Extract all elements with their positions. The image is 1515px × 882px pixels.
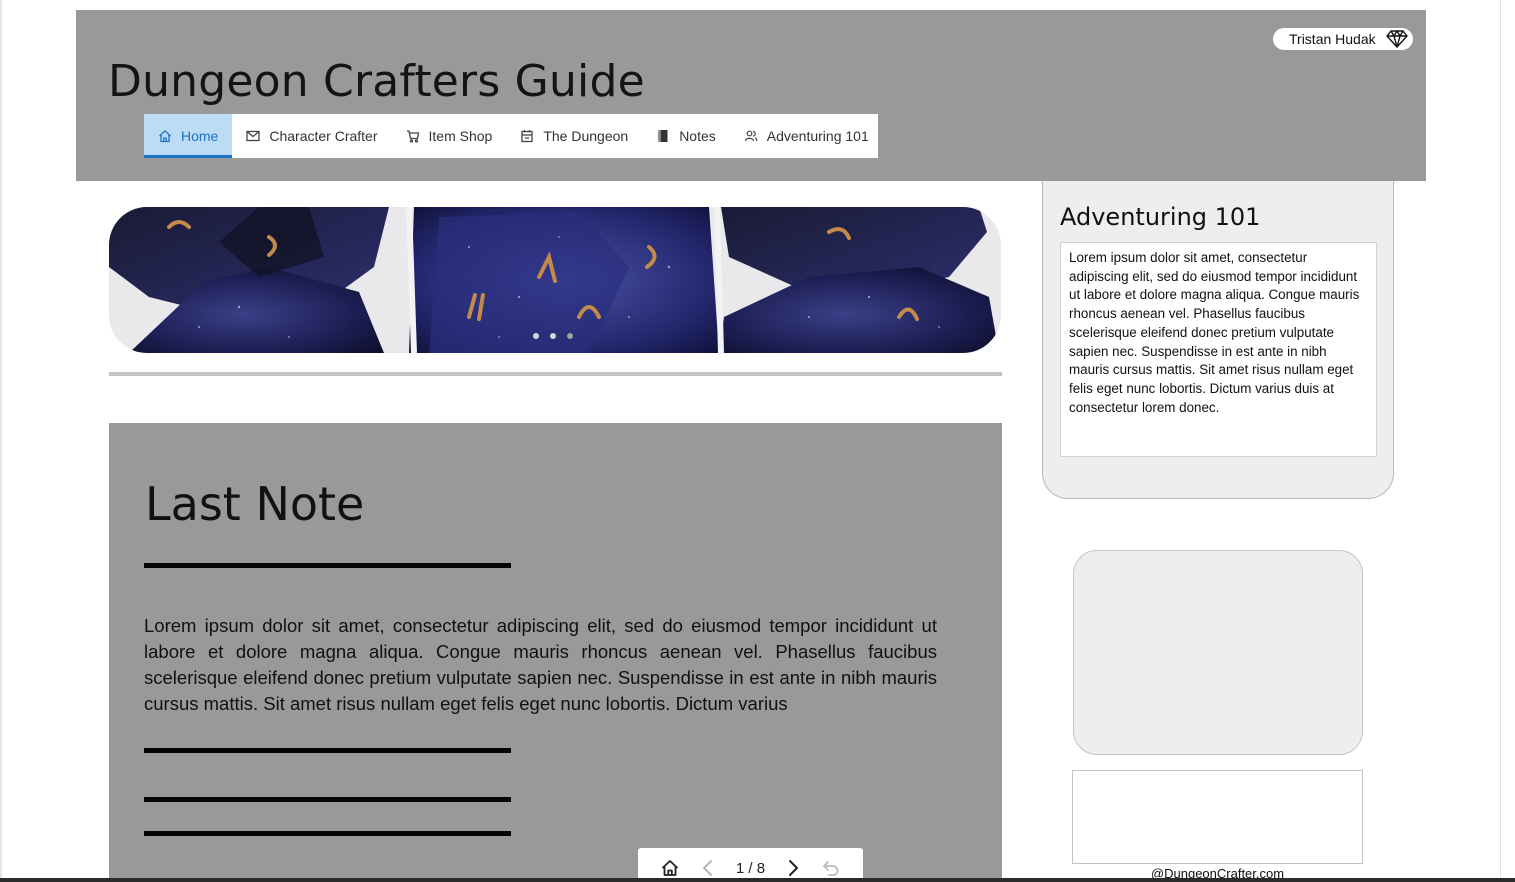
carousel-indicators — [533, 333, 573, 339]
carousel-dot-1[interactable] — [533, 333, 539, 339]
bottom-border — [0, 878, 1515, 882]
note-title-underline — [144, 563, 511, 568]
user-profile-pill[interactable]: Tristan Hudak — [1273, 28, 1413, 50]
mail-icon — [246, 129, 261, 143]
nav-item-item-shop[interactable]: Item Shop — [392, 114, 507, 158]
cart-icon — [406, 129, 420, 143]
last-note-panel: Last Note Lorem ipsum dolor sit amet, co… — [109, 423, 1002, 882]
chevron-right-icon[interactable] — [783, 858, 803, 878]
nav-item-home[interactable]: Home — [144, 114, 233, 158]
scrollbar-track[interactable] — [1500, 0, 1515, 882]
nav-item-label: Character Crafter — [269, 128, 378, 144]
card-title: Adventuring 101 — [1060, 203, 1261, 231]
nav-item-notes[interactable]: Notes — [642, 114, 730, 158]
nav-item-label: Home — [181, 128, 219, 144]
nav-item-the-dungeon[interactable]: The Dungeon — [506, 114, 642, 158]
note-divider-3 — [144, 831, 511, 836]
nav-item-label: Item Shop — [428, 128, 493, 144]
chevron-left-icon[interactable] — [698, 858, 718, 878]
note-divider-2 — [144, 797, 511, 802]
last-note-text: Lorem ipsum dolor sit amet, consectetur … — [144, 615, 937, 714]
main-nav: Home Character Crafter Item Shop The Dun… — [144, 114, 878, 158]
last-note-title: Last Note — [145, 477, 365, 531]
nav-item-adventuring-101[interactable]: Adventuring 101 — [730, 114, 883, 158]
nav-item-label: Adventuring 101 — [766, 128, 869, 144]
site-title: Dungeon Crafters Guide — [108, 56, 645, 107]
undo-icon[interactable] — [821, 858, 841, 878]
nav-item-label: Notes — [679, 128, 716, 144]
hero-carousel[interactable] — [109, 207, 1001, 353]
site-header: Dungeon Crafters Guide Tristan Hudak Hom… — [76, 10, 1426, 181]
sidebar-widget-placeholder — [1073, 550, 1363, 755]
user-name: Tristan Hudak — [1289, 31, 1376, 47]
nav-item-label: The Dungeon — [543, 128, 629, 144]
card-text: Lorem ipsum dolor sit amet, consectetur … — [1060, 242, 1377, 457]
pdf-pager-toolbar: 1 / 8 — [638, 848, 863, 882]
home-icon — [158, 129, 172, 143]
left-edge — [0, 0, 2, 882]
carousel-dot-2[interactable] — [550, 333, 556, 339]
nav-item-character-crafter[interactable]: Character Crafter — [232, 114, 391, 158]
adventuring-101-card: Adventuring 101 Lorem ipsum dolor sit am… — [1042, 181, 1394, 499]
dice-banner-image — [109, 207, 1001, 353]
sidebar-box-placeholder — [1072, 770, 1363, 864]
carousel-dot-3[interactable] — [567, 333, 573, 339]
diamond-icon — [1385, 30, 1408, 48]
users-icon — [744, 129, 758, 143]
home-icon[interactable] — [660, 858, 680, 878]
section-divider — [109, 372, 1002, 376]
notebook-icon — [656, 129, 670, 143]
note-divider-1 — [144, 748, 511, 753]
calendar-icon — [520, 129, 534, 143]
page-counter: 1 / 8 — [735, 859, 766, 877]
page-frame: Dungeon Crafters Guide Tristan Hudak Hom… — [76, 10, 1426, 882]
